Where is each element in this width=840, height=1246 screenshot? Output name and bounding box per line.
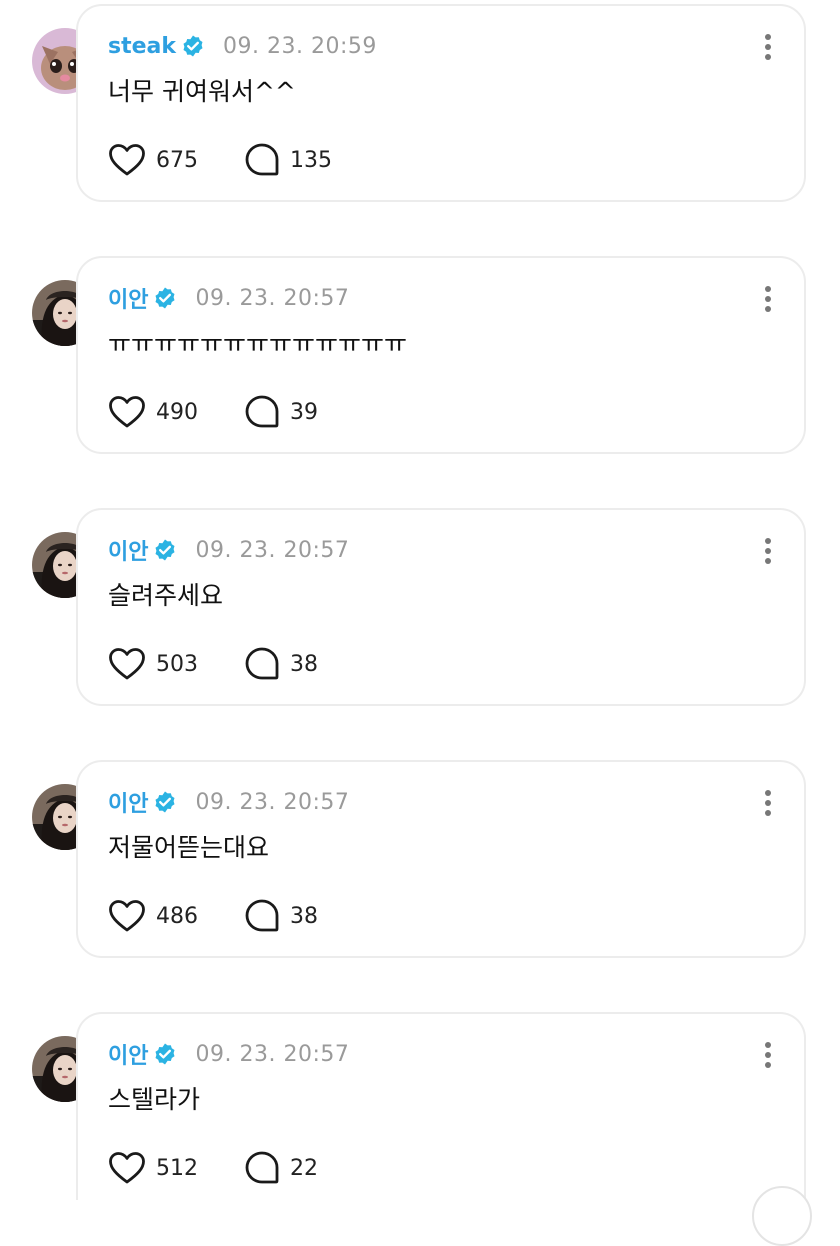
floating-button-edge[interactable]	[752, 1186, 812, 1246]
speech-bubble-icon	[245, 1151, 279, 1184]
heart-outline-icon	[109, 144, 145, 176]
timestamp: 09. 23. 20:57	[195, 1041, 350, 1067]
like-button[interactable]: 486	[108, 899, 244, 933]
like-button[interactable]: 675	[108, 143, 244, 177]
comment-item: 이안 09. 23. 20:57 저물어뜯는대요 486 38	[0, 756, 840, 958]
like-count: 486	[156, 903, 198, 929]
like-button[interactable]: 503	[108, 647, 244, 681]
comment-count: 38	[290, 903, 318, 929]
speech-bubble-icon	[245, 647, 279, 680]
like-count: 490	[156, 399, 198, 425]
comment-actions: 486 38	[108, 896, 318, 936]
verified-badge-icon	[181, 34, 205, 58]
comment-item: 이안 09. 23. 20:57 슬려주세요 503 38	[0, 504, 840, 706]
heart-outline-icon	[109, 1152, 145, 1184]
comment-actions: 675 135	[108, 140, 332, 180]
comment-card: 이안 09. 23. 20:57 저물어뜯는대요 486 38	[76, 760, 806, 958]
author-name[interactable]: steak	[108, 34, 176, 59]
heart-outline-icon	[109, 396, 145, 428]
like-count: 512	[156, 1155, 198, 1181]
comment-header: 이안 09. 23. 20:57	[108, 785, 349, 819]
comment-header: 이안 09. 23. 20:57	[108, 533, 349, 567]
speech-bubble-icon	[245, 899, 279, 932]
comment-feed: steak 09. 23. 20:59 너무 귀여워서^^ 675 135 이안…	[0, 0, 840, 1246]
comment-count: 38	[290, 651, 318, 677]
comment-text: ㅠㅠㅠㅠㅠㅠㅠㅠㅠㅠㅠㅠㅠ	[108, 329, 408, 358]
comment-text: 슬려주세요	[108, 581, 224, 610]
comment-header: steak 09. 23. 20:59	[108, 29, 377, 63]
comment-header: 이안 09. 23. 20:57	[108, 1037, 349, 1071]
comment-count: 22	[290, 1155, 318, 1181]
more-vertical-icon[interactable]	[760, 32, 776, 62]
author-name[interactable]: 이안	[108, 534, 148, 566]
speech-bubble-icon	[245, 395, 279, 428]
comment-card: steak 09. 23. 20:59 너무 귀여워서^^ 675 135	[76, 4, 806, 202]
verified-badge-icon	[153, 790, 177, 814]
comment-header: 이안 09. 23. 20:57	[108, 281, 349, 315]
comment-item: 이안 09. 23. 20:57 스텔라가 512 22	[0, 1008, 840, 1200]
timestamp: 09. 23. 20:59	[223, 33, 377, 59]
like-button[interactable]: 490	[108, 395, 244, 429]
comment-button[interactable]: 39	[244, 394, 318, 430]
comment-item: steak 09. 23. 20:59 너무 귀여워서^^ 675 135	[0, 0, 840, 202]
comment-actions: 490 39	[108, 392, 318, 432]
more-vertical-icon[interactable]	[760, 788, 776, 818]
timestamp: 09. 23. 20:57	[195, 537, 350, 563]
verified-badge-icon	[153, 1042, 177, 1066]
comment-button[interactable]: 38	[244, 646, 318, 682]
comment-button[interactable]: 38	[244, 898, 318, 934]
comment-card: 이안 09. 23. 20:57 스텔라가 512 22	[76, 1012, 806, 1200]
author-name[interactable]: 이안	[108, 1038, 148, 1070]
timestamp: 09. 23. 20:57	[195, 789, 350, 815]
heart-outline-icon	[109, 900, 145, 932]
comment-actions: 512 22	[108, 1148, 318, 1188]
comment-text: 저물어뜯는대요	[108, 833, 270, 862]
more-vertical-icon[interactable]	[760, 1040, 776, 1070]
comment-card: 이안 09. 23. 20:57 슬려주세요 503 38	[76, 508, 806, 706]
more-vertical-icon[interactable]	[760, 536, 776, 566]
comment-button[interactable]: 22	[244, 1150, 318, 1186]
timestamp: 09. 23. 20:57	[195, 285, 350, 311]
like-button[interactable]: 512	[108, 1151, 244, 1185]
comment-text: 너무 귀여워서^^	[108, 77, 296, 106]
verified-badge-icon	[153, 286, 177, 310]
comment-count: 39	[290, 399, 318, 425]
comment-card: 이안 09. 23. 20:57 ㅠㅠㅠㅠㅠㅠㅠㅠㅠㅠㅠㅠㅠ 490 39	[76, 256, 806, 454]
speech-bubble-icon	[245, 143, 279, 176]
comment-button[interactable]: 135	[244, 142, 332, 178]
author-name[interactable]: 이안	[108, 282, 148, 314]
comment-count: 135	[290, 147, 332, 173]
comment-actions: 503 38	[108, 644, 318, 684]
heart-outline-icon	[109, 648, 145, 680]
comment-text: 스텔라가	[108, 1085, 201, 1114]
like-count: 503	[156, 651, 198, 677]
comment-item: 이안 09. 23. 20:57 ㅠㅠㅠㅠㅠㅠㅠㅠㅠㅠㅠㅠㅠ 490 39	[0, 252, 840, 454]
verified-badge-icon	[153, 538, 177, 562]
author-name[interactable]: 이안	[108, 786, 148, 818]
more-vertical-icon[interactable]	[760, 284, 776, 314]
like-count: 675	[156, 147, 198, 173]
